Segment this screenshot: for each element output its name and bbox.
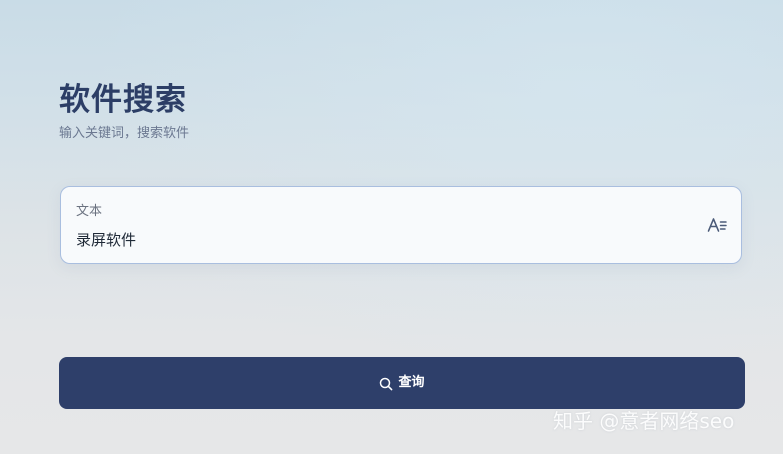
page-title: 软件搜索	[59, 82, 187, 118]
search-input[interactable]	[76, 230, 676, 250]
query-button-label: 查询	[398, 375, 425, 390]
watermark: 知乎 @意者网络seo	[553, 409, 735, 433]
page-subtitle: 输入关键词，搜索软件	[59, 126, 190, 141]
search-field-label: 文本	[76, 204, 103, 219]
text-format-icon[interactable]	[707, 216, 727, 234]
search-icon	[379, 376, 393, 391]
search-field[interactable]: 文本	[60, 186, 742, 264]
query-button[interactable]: 查询	[59, 357, 745, 409]
